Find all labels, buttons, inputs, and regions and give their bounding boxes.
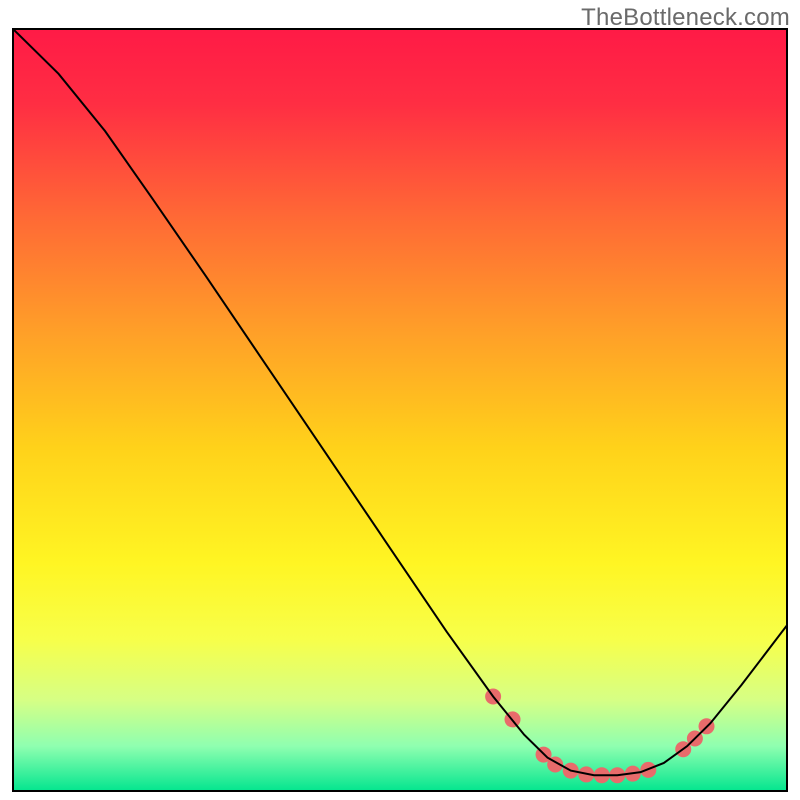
plot-area xyxy=(12,28,788,792)
axis-border-bottom xyxy=(12,790,788,792)
chart-frame: TheBottleneck.com xyxy=(0,0,800,800)
gradient-background xyxy=(12,28,788,792)
axis-border-right xyxy=(786,28,788,792)
attribution-watermark: TheBottleneck.com xyxy=(581,4,790,32)
axis-border-left xyxy=(12,28,14,792)
